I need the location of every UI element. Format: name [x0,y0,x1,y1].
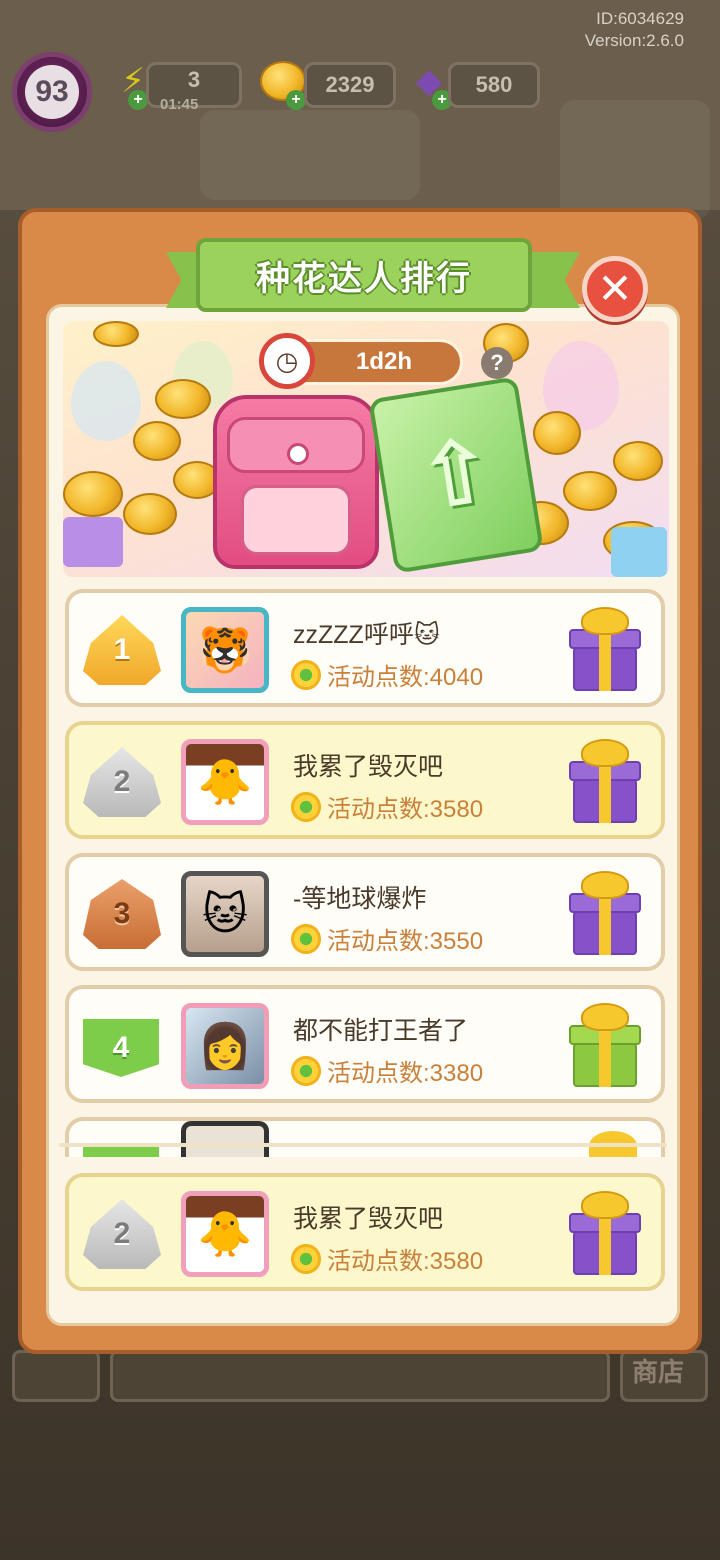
close-button[interactable]: ✕ [582,256,648,322]
flower-icon [291,923,321,954]
level-badge[interactable]: 93 [12,52,92,132]
rank-crown-gold: 1 [83,615,161,685]
ranking-row[interactable]: 3 🐱 -等地球爆炸 活动点数:3550 [65,853,665,971]
present-decoration [63,517,123,567]
gift-ribbon [599,1025,611,1087]
player-name: 我累了毁灭吧 [293,753,444,781]
gift-bow [581,871,629,899]
rank-ribbon-green: 4 [83,1019,159,1077]
gift-ribbon [599,761,611,823]
ranking-row[interactable]: 2 🐥 我累了毁灭吧 活动点数:3580 [65,721,665,839]
player-name: -等地球爆炸 [293,885,427,913]
background-button [12,1350,100,1402]
points-text: 活动点数:3580 [327,796,484,823]
points-text: 活动点数:3580 [327,1248,484,1275]
backpack-pocket [241,485,351,555]
avatar [181,1121,269,1157]
avatar[interactable]: 🐱 [181,871,269,957]
gift-bow [581,739,629,767]
player-id: ID:6034629 [596,9,684,28]
gift-ribbon [599,629,611,691]
background-bar [110,1350,610,1402]
avatar[interactable]: 🐥 [181,739,269,825]
points-text: 活动点数:3380 [327,1060,484,1087]
coin-decoration [155,379,211,419]
reward-gift-box-icon[interactable] [569,739,641,823]
balloon-decoration [71,361,141,441]
rank-crown-silver: 2 [83,747,161,817]
player-name: zzZZZ呼呼🐱 [293,621,440,649]
player-name: 我累了毁灭吧 [293,1205,444,1233]
activity-points: 活动点数:3580 [291,789,483,824]
reward-gift-box-icon[interactable] [569,607,641,691]
add-coins-button[interactable]: + [286,90,306,110]
rank-crown-silver: 2 [83,1199,161,1269]
gem-counter: 580 [448,62,540,108]
coin-decoration [563,471,617,511]
activity-points: 活动点数:3550 [291,921,483,956]
avatar[interactable]: 👩 [181,1003,269,1089]
coin-counter: 2329 [304,62,396,108]
upgrade-card-illustration: ⇧ [368,376,544,574]
list-divider [59,1143,667,1147]
gift-bow [581,1003,629,1031]
gift-bow [581,1191,629,1219]
ranking-row[interactable]: 1 🐯 zzZZZ呼呼🐱 活动点数:4040 [65,589,665,707]
gift-ribbon [599,893,611,955]
panel-title: 种花达人排行 [256,259,472,298]
clock-icon: ◷ [259,333,315,389]
coin-value: 2329 [325,72,375,97]
background-decoration [560,100,710,220]
account-info: ID:6034629 Version:2.6.0 [585,8,684,52]
avatar[interactable]: 🐯 [181,607,269,693]
rank-crown-bronze: 3 [83,879,161,949]
activity-points: 活动点数:3380 [291,1053,483,1088]
ranking-row[interactable]: 4 👩 都不能打王者了 活动点数:3380 [65,985,665,1103]
activity-points: 活动点数:4040 [291,657,483,692]
coin-decoration [93,321,139,347]
reward-gift-box-icon[interactable] [569,1191,641,1275]
ranking-row-partial[interactable] [65,1117,665,1157]
add-energy-button[interactable]: + [128,90,148,110]
points-text: 活动点数:4040 [327,664,484,691]
flower-icon [291,1243,321,1274]
help-icon[interactable]: ? [481,347,513,379]
gift-bow [581,607,629,635]
coin-decoration [133,421,181,461]
flower-icon [291,659,321,690]
coin-decoration [533,411,581,455]
coin-decoration [123,493,177,535]
gift-ribbon [599,1213,611,1275]
activity-points: 活动点数:3580 [291,1241,483,1276]
ranking-panel-content: ⇧ 1d2h ◷ ? 1 🐯 zzZZZ呼呼🐱 活动点数:4040 2 🐥 我累… [46,304,680,1326]
reward-gift-box-icon[interactable] [569,871,641,955]
flower-icon [291,1055,321,1086]
close-icon: ✕ [597,265,633,312]
energy-value: 3 [187,67,201,92]
level-number: 93 [25,65,79,119]
energy-timer: 01:45 [160,96,199,113]
arrow-up-icon: ⇧ [410,419,502,531]
event-banner: ⇧ 1d2h ◷ ? [63,321,669,577]
version-text: Version:2.6.0 [584,31,684,50]
reward-gift-box-icon[interactable] [569,1003,641,1087]
panel-title-ribbon: 种花达人排行 [196,238,532,312]
gem-value: 580 [475,72,513,97]
backpack-illustration [213,395,379,569]
shop-label: 商店 [632,1357,685,1387]
flower-icon [291,791,321,822]
ranking-panel: ⇧ 1d2h ◷ ? 1 🐯 zzZZZ呼呼🐱 活动点数:4040 2 🐥 我累… [18,208,702,1354]
background-decoration [200,110,420,200]
points-text: 活动点数:3550 [327,928,484,955]
backpack-clasp [287,443,309,465]
player-name: 都不能打王者了 [293,1017,469,1045]
coin-decoration [613,441,663,481]
avatar[interactable]: 🐥 [181,1191,269,1277]
coin-decoration [63,471,123,517]
present-decoration [611,527,667,577]
my-ranking-row[interactable]: 2 🐥 我累了毁灭吧 活动点数:3580 [65,1173,665,1291]
event-timer-value: 1d2h [355,348,412,375]
